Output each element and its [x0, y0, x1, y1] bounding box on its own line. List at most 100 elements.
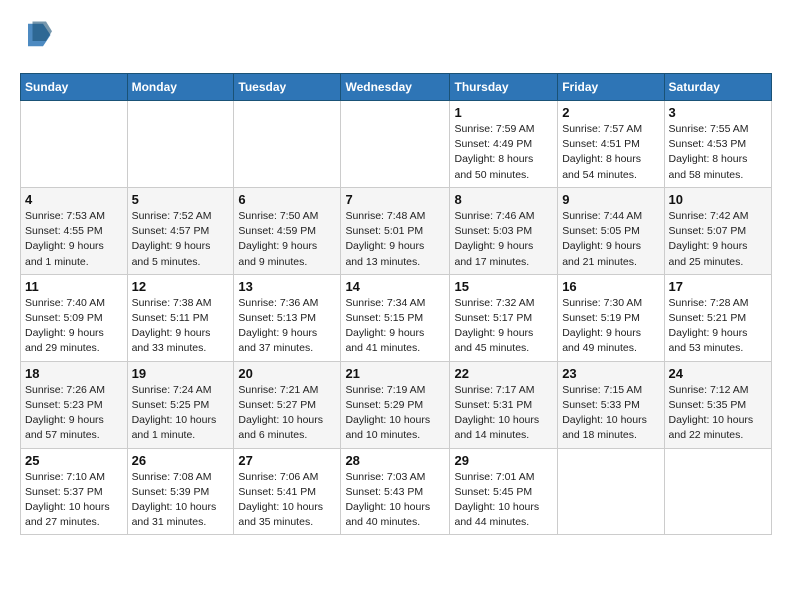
- day-number: 16: [562, 279, 659, 294]
- day-info: Sunrise: 7:53 AM Sunset: 4:55 PM Dayligh…: [25, 209, 123, 270]
- day-number: 4: [25, 192, 123, 207]
- calendar-cell: 11 Sunrise: 7:40 AM Sunset: 5:09 PM Dayli…: [21, 274, 128, 361]
- day-header-saturday: Saturday: [664, 74, 771, 101]
- calendar-cell: [21, 101, 128, 188]
- calendar-cell: 20 Sunrise: 7:21 AM Sunset: 5:27 PM Dayli…: [234, 361, 341, 448]
- day-number: 19: [132, 366, 230, 381]
- day-info: Sunrise: 7:12 AM Sunset: 5:35 PM Dayligh…: [669, 383, 767, 444]
- calendar-cell: 21 Sunrise: 7:19 AM Sunset: 5:29 PM Dayli…: [341, 361, 450, 448]
- calendar-cell: [664, 448, 771, 535]
- calendar-cell: 16 Sunrise: 7:30 AM Sunset: 5:19 PM Dayli…: [558, 274, 664, 361]
- day-info: Sunrise: 7:28 AM Sunset: 5:21 PM Dayligh…: [669, 296, 767, 357]
- calendar-cell: 18 Sunrise: 7:26 AM Sunset: 5:23 PM Dayli…: [21, 361, 128, 448]
- calendar-cell: 10 Sunrise: 7:42 AM Sunset: 5:07 PM Dayli…: [664, 187, 771, 274]
- day-number: 9: [562, 192, 659, 207]
- calendar-cell: 23Sunrise: 7:15 AM Sunset: 5:33 PM Dayli…: [558, 361, 664, 448]
- day-info: Sunrise: 7:36 AM Sunset: 5:13 PM Dayligh…: [238, 296, 336, 357]
- day-header-sunday: Sunday: [21, 74, 128, 101]
- day-number: 5: [132, 192, 230, 207]
- calendar-cell: 29 Sunrise: 7:01 AM Sunset: 5:45 PM Dayli…: [450, 448, 558, 535]
- day-info: Sunrise: 7:08 AM Sunset: 5:39 PM Dayligh…: [132, 470, 230, 531]
- day-info: Sunrise: 7:26 AM Sunset: 5:23 PM Dayligh…: [25, 383, 123, 444]
- day-number: 24: [669, 366, 767, 381]
- day-number: 10: [669, 192, 767, 207]
- calendar-cell: 28 Sunrise: 7:03 AM Sunset: 5:43 PM Dayli…: [341, 448, 450, 535]
- day-number: 14: [345, 279, 445, 294]
- day-header-tuesday: Tuesday: [234, 74, 341, 101]
- day-number: 25: [25, 453, 123, 468]
- calendar-cell: 4 Sunrise: 7:53 AM Sunset: 4:55 PM Daylig…: [21, 187, 128, 274]
- day-header-wednesday: Wednesday: [341, 74, 450, 101]
- calendar-cell: 8 Sunrise: 7:46 AM Sunset: 5:03 PM Daylig…: [450, 187, 558, 274]
- calendar-cell: 19 Sunrise: 7:24 AM Sunset: 5:25 PM Dayli…: [127, 361, 234, 448]
- day-info: Sunrise: 7:48 AM Sunset: 5:01 PM Dayligh…: [345, 209, 445, 270]
- day-info: Sunrise: 7:32 AM Sunset: 5:17 PM Dayligh…: [454, 296, 553, 357]
- day-number: 29: [454, 453, 553, 468]
- calendar-cell: 22 Sunrise: 7:17 AM Sunset: 5:31 PM Dayli…: [450, 361, 558, 448]
- day-number: 13: [238, 279, 336, 294]
- day-number: 2: [562, 105, 659, 120]
- calendar-cell: [341, 101, 450, 188]
- day-number: 3: [669, 105, 767, 120]
- day-info: Sunrise: 7:17 AM Sunset: 5:31 PM Dayligh…: [454, 383, 553, 444]
- day-info: Sunrise: 7:57 AM Sunset: 4:51 PM Dayligh…: [562, 122, 659, 183]
- day-header-thursday: Thursday: [450, 74, 558, 101]
- day-info: Sunrise: 7:55 AM Sunset: 4:53 PM Dayligh…: [669, 122, 767, 183]
- calendar-cell: [558, 448, 664, 535]
- day-number: 11: [25, 279, 123, 294]
- day-info: Sunrise: 7:24 AM Sunset: 5:25 PM Dayligh…: [132, 383, 230, 444]
- day-info: Sunrise: 7:21 AM Sunset: 5:27 PM Dayligh…: [238, 383, 336, 444]
- calendar-cell: 7 Sunrise: 7:48 AM Sunset: 5:01 PM Daylig…: [341, 187, 450, 274]
- day-info: Sunrise: 7:52 AM Sunset: 4:57 PM Dayligh…: [132, 209, 230, 270]
- day-number: 28: [345, 453, 445, 468]
- day-number: 6: [238, 192, 336, 207]
- day-info: Sunrise: 7:06 AM Sunset: 5:41 PM Dayligh…: [238, 470, 336, 531]
- calendar-cell: 3 Sunrise: 7:55 AM Sunset: 4:53 PM Daylig…: [664, 101, 771, 188]
- day-number: 8: [454, 192, 553, 207]
- calendar-cell: 12 Sunrise: 7:38 AM Sunset: 5:11 PM Dayli…: [127, 274, 234, 361]
- day-header-monday: Monday: [127, 74, 234, 101]
- day-info: Sunrise: 7:30 AM Sunset: 5:19 PM Dayligh…: [562, 296, 659, 357]
- calendar-cell: 2 Sunrise: 7:57 AM Sunset: 4:51 PM Daylig…: [558, 101, 664, 188]
- calendar-cell: 13 Sunrise: 7:36 AM Sunset: 5:13 PM Dayli…: [234, 274, 341, 361]
- logo: [20, 20, 54, 55]
- day-number: 20: [238, 366, 336, 381]
- day-info: Sunrise: 7:38 AM Sunset: 5:11 PM Dayligh…: [132, 296, 230, 357]
- day-info: Sunrise: 7:03 AM Sunset: 5:43 PM Dayligh…: [345, 470, 445, 531]
- day-info: Sunrise: 7:50 AM Sunset: 4:59 PM Dayligh…: [238, 209, 336, 270]
- day-info: Sunrise: 7:59 AM Sunset: 4:49 PM Dayligh…: [454, 122, 553, 183]
- day-info: Sunrise: 7:44 AM Sunset: 5:05 PM Dayligh…: [562, 209, 659, 270]
- day-number: 27: [238, 453, 336, 468]
- day-info: Sunrise: 7:10 AM Sunset: 5:37 PM Dayligh…: [25, 470, 123, 531]
- day-info: Sunrise: 7:40 AM Sunset: 5:09 PM Dayligh…: [25, 296, 123, 357]
- day-info: Sunrise: 7:15 AM Sunset: 5:33 PM Dayligh…: [562, 383, 659, 444]
- day-header-friday: Friday: [558, 74, 664, 101]
- day-info: Sunrise: 7:34 AM Sunset: 5:15 PM Dayligh…: [345, 296, 445, 357]
- calendar-cell: 17 Sunrise: 7:28 AM Sunset: 5:21 PM Dayli…: [664, 274, 771, 361]
- calendar-cell: 14 Sunrise: 7:34 AM Sunset: 5:15 PM Dayli…: [341, 274, 450, 361]
- day-info: Sunrise: 7:42 AM Sunset: 5:07 PM Dayligh…: [669, 209, 767, 270]
- day-number: 12: [132, 279, 230, 294]
- calendar-table: SundayMondayTuesdayWednesdayThursdayFrid…: [20, 73, 772, 535]
- day-number: 26: [132, 453, 230, 468]
- day-number: 15: [454, 279, 553, 294]
- calendar-cell: 15 Sunrise: 7:32 AM Sunset: 5:17 PM Dayli…: [450, 274, 558, 361]
- day-number: 22: [454, 366, 553, 381]
- day-number: 7: [345, 192, 445, 207]
- calendar-cell: [234, 101, 341, 188]
- calendar-cell: [127, 101, 234, 188]
- calendar-cell: 26 Sunrise: 7:08 AM Sunset: 5:39 PM Dayli…: [127, 448, 234, 535]
- calendar-cell: 24 Sunrise: 7:12 AM Sunset: 5:35 PM Dayli…: [664, 361, 771, 448]
- calendar-cell: 27 Sunrise: 7:06 AM Sunset: 5:41 PM Dayli…: [234, 448, 341, 535]
- calendar-cell: 9 Sunrise: 7:44 AM Sunset: 5:05 PM Daylig…: [558, 187, 664, 274]
- calendar-cell: 25 Sunrise: 7:10 AM Sunset: 5:37 PM Dayli…: [21, 448, 128, 535]
- day-number: 17: [669, 279, 767, 294]
- calendar-cell: 5 Sunrise: 7:52 AM Sunset: 4:57 PM Daylig…: [127, 187, 234, 274]
- day-number: 21: [345, 366, 445, 381]
- day-number: 1: [454, 105, 553, 120]
- day-number: 18: [25, 366, 123, 381]
- day-info: Sunrise: 7:46 AM Sunset: 5:03 PM Dayligh…: [454, 209, 553, 270]
- day-info: Sunrise: 7:19 AM Sunset: 5:29 PM Dayligh…: [345, 383, 445, 444]
- day-info: Sunrise: 7:01 AM Sunset: 5:45 PM Dayligh…: [454, 470, 553, 531]
- calendar-cell: 1 Sunrise: 7:59 AM Sunset: 4:49 PM Daylig…: [450, 101, 558, 188]
